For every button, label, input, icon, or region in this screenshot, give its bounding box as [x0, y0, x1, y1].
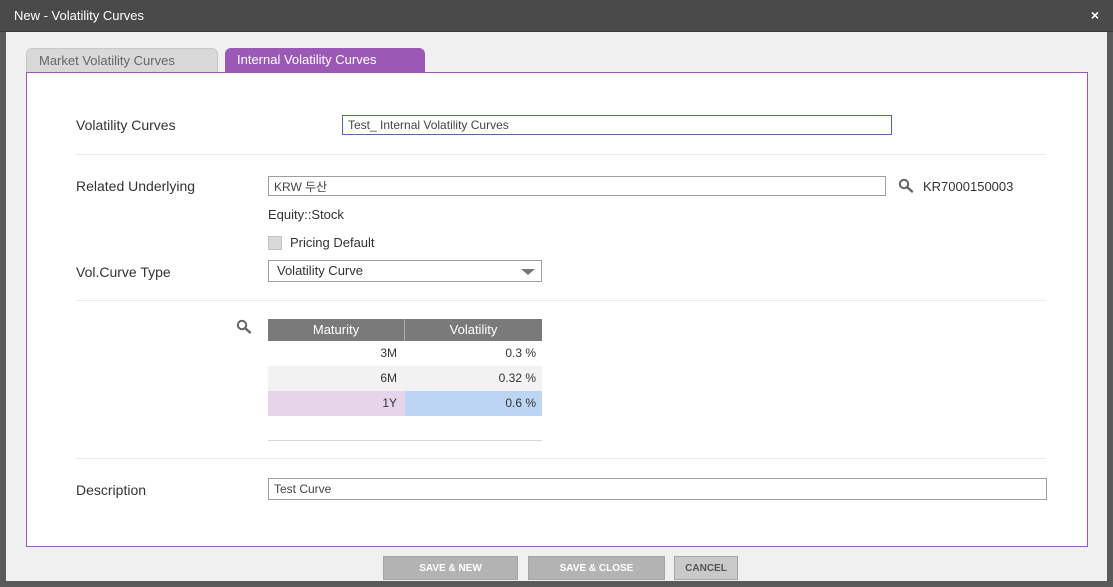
- pricing-default-label: Pricing Default: [290, 235, 375, 250]
- underlying-code: KR7000150003: [923, 179, 1014, 194]
- search-icon[interactable]: [236, 319, 252, 335]
- table-row-selected[interactable]: 1Y 0.6 %: [268, 391, 542, 416]
- volatility-curves-label: Volatility Curves: [76, 117, 176, 133]
- section-divider: [76, 300, 1046, 301]
- description-input[interactable]: [268, 478, 1047, 500]
- asset-class-text: Equity::Stock: [268, 207, 344, 222]
- column-header-maturity[interactable]: Maturity: [268, 319, 405, 341]
- vol-curve-type-label: Vol.Curve Type: [76, 264, 171, 280]
- column-header-volatility[interactable]: Volatility: [405, 319, 542, 341]
- volatility-cell[interactable]: 0.32 %: [405, 366, 542, 391]
- vol-curve-type-value: Volatility Curve: [277, 263, 363, 278]
- maturity-volatility-grid: Maturity Volatility 3M 0.3 % 6M 0.32 % 1…: [268, 319, 542, 416]
- tab-market-volatility-curves[interactable]: Market Volatility Curves: [26, 48, 218, 72]
- table-row[interactable]: 3M 0.3 %: [268, 341, 542, 366]
- volatility-cell[interactable]: 0.6 %: [405, 391, 542, 416]
- volatility-curves-input[interactable]: [342, 115, 892, 135]
- description-label: Description: [76, 482, 147, 498]
- maturity-cell[interactable]: 3M: [268, 341, 405, 366]
- search-icon[interactable]: [898, 178, 914, 194]
- related-underlying-input[interactable]: [268, 176, 886, 196]
- vol-curve-type-select[interactable]: Volatility Curve: [268, 260, 542, 282]
- grid-header: Maturity Volatility: [268, 319, 542, 341]
- volatility-cell[interactable]: 0.3 %: [405, 341, 542, 366]
- table-row[interactable]: 6M 0.32 %: [268, 366, 542, 391]
- save-and-close-button[interactable]: SAVE & CLOSE: [528, 556, 665, 580]
- section-divider: [76, 458, 1046, 459]
- maturity-cell[interactable]: 1Y: [268, 391, 405, 416]
- related-underlying-label: Related Underlying: [76, 178, 196, 194]
- cancel-button[interactable]: CANCEL: [674, 556, 738, 580]
- save-and-new-button[interactable]: SAVE & NEW: [383, 556, 518, 580]
- pricing-default-checkbox[interactable]: [268, 236, 282, 250]
- grid-bottom-border: [268, 440, 542, 441]
- tab-content-panel: [26, 72, 1088, 547]
- window-titlebar: New - Volatility Curves ×: [0, 0, 1113, 32]
- close-icon[interactable]: ×: [1091, 7, 1099, 23]
- window-title: New - Volatility Curves: [14, 8, 145, 23]
- tab-internal-volatility-curves[interactable]: Internal Volatility Curves: [225, 48, 425, 72]
- maturity-cell[interactable]: 6M: [268, 366, 405, 391]
- chevron-down-icon: [521, 269, 535, 275]
- section-divider: [76, 154, 1046, 155]
